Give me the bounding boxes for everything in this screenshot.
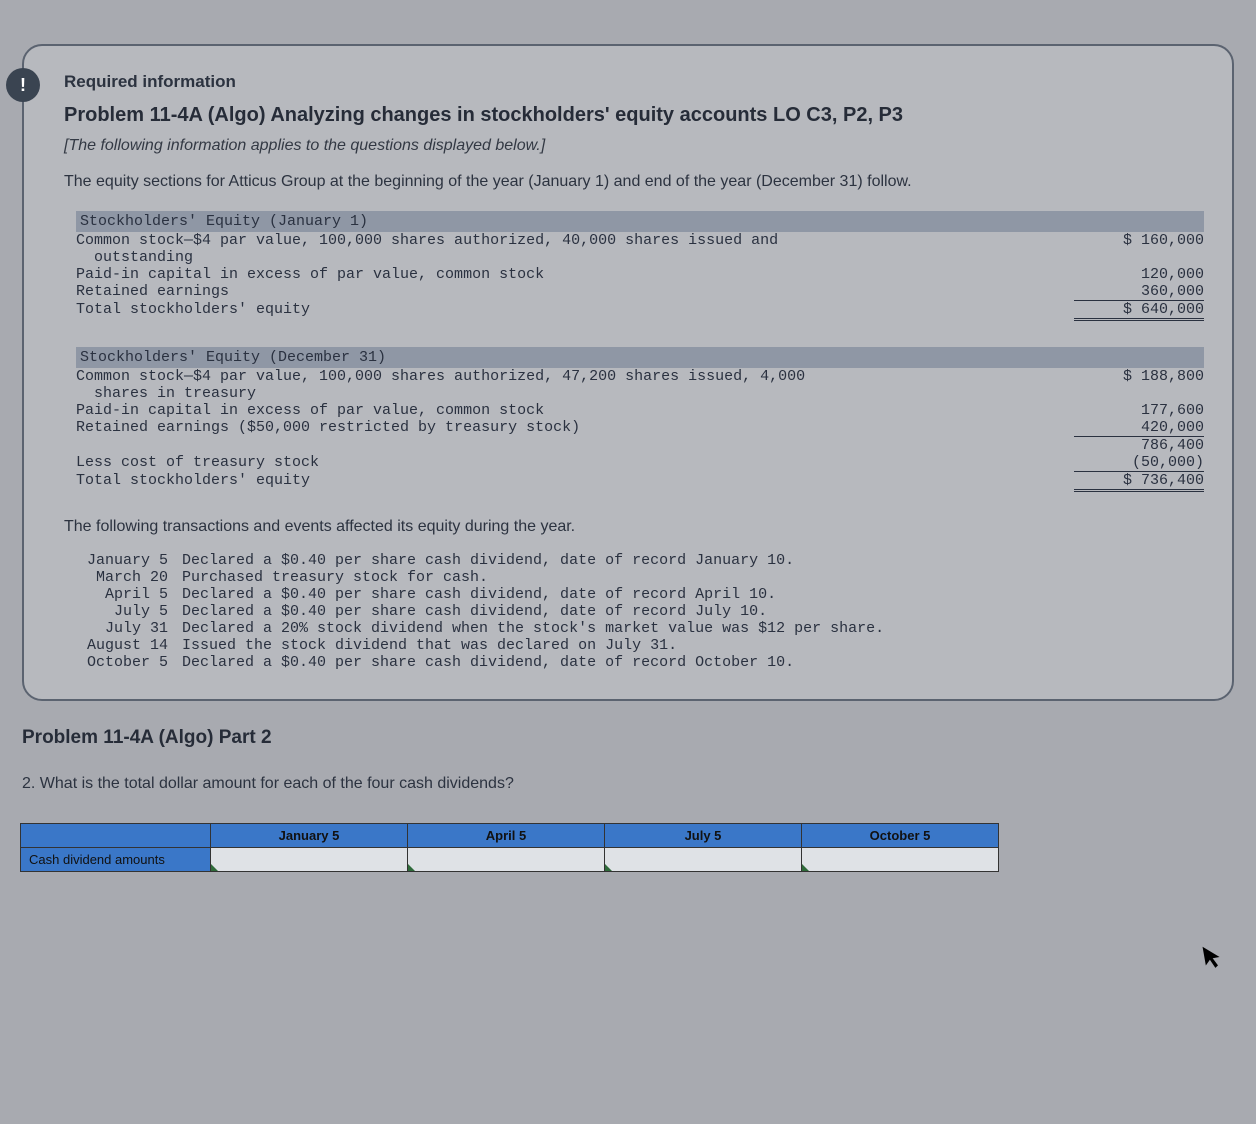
mouse-cursor-icon: [1201, 943, 1226, 978]
transaction-desc: Purchased treasury stock for cash.: [182, 569, 1204, 586]
equity-dec31-label: Common stock—$4 par value, 100,000 share…: [76, 368, 1074, 402]
answer-col-apr5: April 5: [408, 824, 605, 848]
equity-jan1-row: Paid-in capital in excess of par value, …: [76, 266, 1204, 283]
equity-dec31-label: Retained earnings ($50,000 restricted by…: [76, 419, 1074, 436]
answer-table-header-row: January 5 April 5 July 5 October 5: [21, 824, 999, 848]
problem-intro: The equity sections for Atticus Group at…: [64, 173, 1204, 191]
cell-edit-icon: [211, 864, 218, 871]
answer-input-oct5[interactable]: [810, 851, 990, 868]
answer-cell-oct5[interactable]: [802, 848, 999, 872]
transaction-date: October 5: [64, 654, 182, 671]
equity-jan1-value: $ 640,000: [1074, 301, 1204, 321]
equity-jan1-label: Common stock—$4 par value, 100,000 share…: [76, 232, 1074, 266]
transaction-row: January 5 Declared a $0.40 per share cas…: [64, 552, 1204, 569]
equity-jan1-row: Total stockholders' equity $ 640,000: [76, 301, 1204, 321]
answer-input-jul5[interactable]: [613, 851, 793, 868]
transaction-row: August 14 Issued the stock dividend that…: [64, 637, 1204, 654]
transaction-row: April 5 Declared a $0.40 per share cash …: [64, 586, 1204, 603]
part2-heading: Problem 11-4A (Algo) Part 2: [22, 727, 1256, 749]
equity-jan1-block: Stockholders' Equity (January 1) Common …: [76, 211, 1204, 321]
answer-col-jul5: July 5: [605, 824, 802, 848]
equity-dec31-row: Retained earnings ($50,000 restricted by…: [76, 419, 1204, 437]
question-2: 2. What is the total dollar amount for e…: [22, 775, 1256, 793]
answer-cell-apr5[interactable]: [408, 848, 605, 872]
transaction-desc: Declared a $0.40 per share cash dividend…: [182, 552, 1204, 569]
answer-input-apr5[interactable]: [416, 851, 596, 868]
equity-dec31-value: $ 188,800: [1074, 368, 1204, 385]
equity-dec31-label: Less cost of treasury stock: [76, 454, 1074, 471]
equity-jan1-value: $ 160,000: [1074, 232, 1204, 249]
transaction-date: March 20: [64, 569, 182, 586]
equity-dec31-row: Paid-in capital in excess of par value, …: [76, 402, 1204, 419]
answer-col-oct5: October 5: [802, 824, 999, 848]
problem-note: [The following information applies to th…: [64, 137, 1204, 155]
answer-col-jan5: January 5: [211, 824, 408, 848]
answer-row-label: Cash dividend amounts: [21, 848, 211, 872]
required-info-panel: Required information Problem 11-4A (Algo…: [22, 44, 1234, 701]
equity-dec31-value: (50,000): [1074, 454, 1204, 472]
equity-dec31-value: 420,000: [1074, 419, 1204, 437]
answer-table-data-row: Cash dividend amounts: [21, 848, 999, 872]
transactions-intro: The following transactions and events af…: [64, 518, 1204, 536]
answer-cell-jul5[interactable]: [605, 848, 802, 872]
transaction-date: July 31: [64, 620, 182, 637]
equity-dec31-label: Total stockholders' equity: [76, 472, 1074, 489]
equity-jan1-label: Paid-in capital in excess of par value, …: [76, 266, 1074, 283]
transaction-desc: Declared a $0.40 per share cash dividend…: [182, 654, 1204, 671]
equity-jan1-label: Retained earnings: [76, 283, 1074, 300]
equity-dec31-value: 786,400: [1074, 437, 1204, 454]
equity-dec31-row: Total stockholders' equity $ 736,400: [76, 472, 1204, 492]
exclamation-icon: !: [20, 75, 26, 96]
equity-dec31-label: Paid-in capital in excess of par value, …: [76, 402, 1074, 419]
transaction-date: April 5: [64, 586, 182, 603]
transaction-desc: Declared a 20% stock dividend when the s…: [182, 620, 1204, 637]
answer-cell-jan5[interactable]: [211, 848, 408, 872]
equity-jan1-value: 360,000: [1074, 283, 1204, 301]
answer-table-corner: [21, 824, 211, 848]
transaction-row: July 5 Declared a $0.40 per share cash d…: [64, 603, 1204, 620]
alert-badge: !: [6, 68, 40, 102]
transaction-row: October 5 Declared a $0.40 per share cas…: [64, 654, 1204, 671]
equity-jan1-label: Total stockholders' equity: [76, 301, 1074, 318]
equity-jan1-row: Retained earnings 360,000: [76, 283, 1204, 301]
cell-edit-icon: [605, 864, 612, 871]
problem-title: Problem 11-4A (Algo) Analyzing changes i…: [64, 104, 1204, 127]
cell-edit-icon: [802, 864, 809, 871]
answer-table: January 5 April 5 July 5 October 5 Cash …: [20, 823, 999, 872]
equity-dec31-value: $ 736,400: [1074, 472, 1204, 492]
transaction-desc: Issued the stock dividend that was decla…: [182, 637, 1204, 654]
transaction-date: July 5: [64, 603, 182, 620]
transaction-row: July 31 Declared a 20% stock dividend wh…: [64, 620, 1204, 637]
transaction-date: August 14: [64, 637, 182, 654]
equity-jan1-title: Stockholders' Equity (January 1): [76, 211, 1204, 232]
transaction-row: March 20 Purchased treasury stock for ca…: [64, 569, 1204, 586]
transaction-date: January 5: [64, 552, 182, 569]
equity-jan1-row: Common stock—$4 par value, 100,000 share…: [76, 232, 1204, 266]
transactions-list: January 5 Declared a $0.40 per share cas…: [64, 552, 1204, 671]
equity-jan1-value: 120,000: [1074, 266, 1204, 283]
required-info-heading: Required information: [64, 72, 1204, 92]
equity-dec31-row: 786,400: [76, 437, 1204, 454]
equity-dec31-value: 177,600: [1074, 402, 1204, 419]
equity-dec31-block: Stockholders' Equity (December 31) Commo…: [76, 347, 1204, 492]
transaction-desc: Declared a $0.40 per share cash dividend…: [182, 603, 1204, 620]
equity-dec31-row: Less cost of treasury stock (50,000): [76, 454, 1204, 472]
equity-dec31-title: Stockholders' Equity (December 31): [76, 347, 1204, 368]
cell-edit-icon: [408, 864, 415, 871]
answer-input-jan5[interactable]: [219, 851, 399, 868]
equity-dec31-row: Common stock—$4 par value, 100,000 share…: [76, 368, 1204, 402]
transaction-desc: Declared a $0.40 per share cash dividend…: [182, 586, 1204, 603]
